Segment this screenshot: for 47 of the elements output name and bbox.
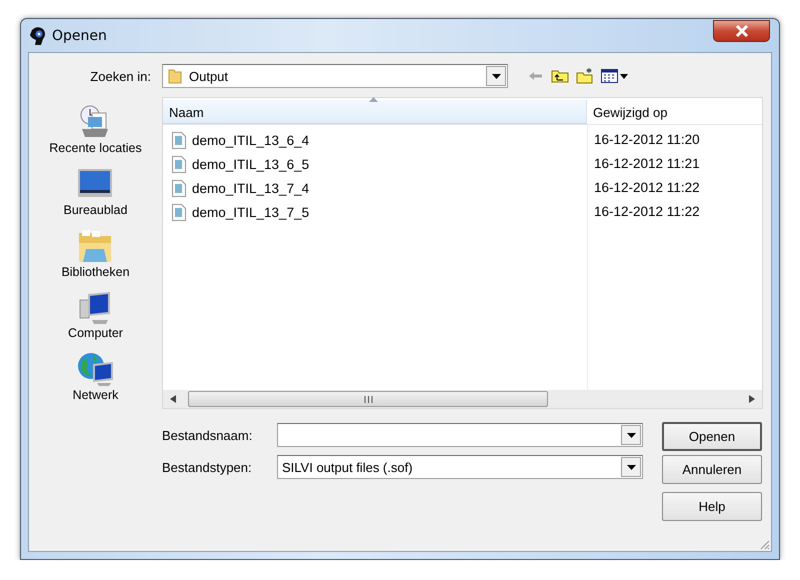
place-label[interactable]: Bibliotheken: [61, 264, 130, 279]
dialog-button[interactable]: Openen: [662, 422, 762, 451]
close-icon: [734, 25, 750, 37]
column-header[interactable]: Naam: [163, 100, 587, 124]
grip-icon: [364, 396, 372, 402]
look-in-label: Zoeken in:: [89, 68, 151, 84]
file-type-label: Bestandstypen:: [162, 460, 253, 474]
resize-grip-icon[interactable]: [758, 538, 770, 550]
scroll-right-icon[interactable]: [749, 395, 755, 403]
globe-monitor-icon[interactable]: [76, 350, 114, 388]
dialog-button[interactable]: Help: [662, 492, 762, 521]
caret-icon: [626, 432, 636, 438]
file-icon: [172, 180, 186, 196]
column-header[interactable]: Gewijzigd op: [587, 100, 762, 124]
file-name-label: Bestandsnaam:: [162, 428, 254, 442]
scrollbar-thumb[interactable]: [188, 391, 548, 407]
file-icon: [172, 204, 186, 220]
modified-date: 16-12-2012 11:20: [594, 131, 701, 149]
place-label[interactable]: Netwerk: [72, 388, 118, 402]
folder-icon: [167, 68, 183, 84]
file-name[interactable]: demo_ITIL_13_7_4: [192, 180, 310, 196]
sort-arrow-icon: [369, 97, 378, 102]
place-label[interactable]: Recente locaties: [49, 141, 142, 155]
horizontal-scrollbar[interactable]: [163, 390, 762, 408]
window-title: Openen: [52, 28, 107, 44]
close-button[interactable]: [713, 20, 770, 42]
look-in-dropdown[interactable]: Output: [162, 64, 508, 88]
app-icon: [28, 26, 48, 46]
place-label[interactable]: Bureaublad: [64, 202, 128, 217]
file-icon: [172, 156, 186, 172]
folder-up-icon[interactable]: [551, 69, 569, 83]
new-folder-icon[interactable]: [576, 68, 594, 84]
modified-date: 16-12-2012 11:22: [594, 179, 701, 197]
file-name[interactable]: demo_ITIL_13_7_5: [192, 204, 310, 220]
modified-date: 16-12-2012 11:21: [594, 155, 701, 173]
place-label[interactable]: Computer: [68, 326, 123, 340]
caret-icon: [626, 464, 636, 470]
file-name[interactable]: demo_ITIL_13_6_4: [192, 132, 310, 148]
caret-icon: [492, 74, 500, 78]
modified-date: 16-12-2012 11:22: [594, 203, 701, 221]
scroll-left-icon[interactable]: [170, 395, 176, 403]
dialog-button[interactable]: Annuleren: [662, 455, 762, 484]
view-menu-icon[interactable]: [601, 69, 629, 83]
file-name[interactable]: demo_ITIL_13_6_5: [192, 156, 310, 172]
file-icon: [172, 132, 186, 148]
file-name-field[interactable]: [277, 423, 643, 447]
file-type-dropdown[interactable]: SILVI output files (.sof): [277, 455, 643, 479]
